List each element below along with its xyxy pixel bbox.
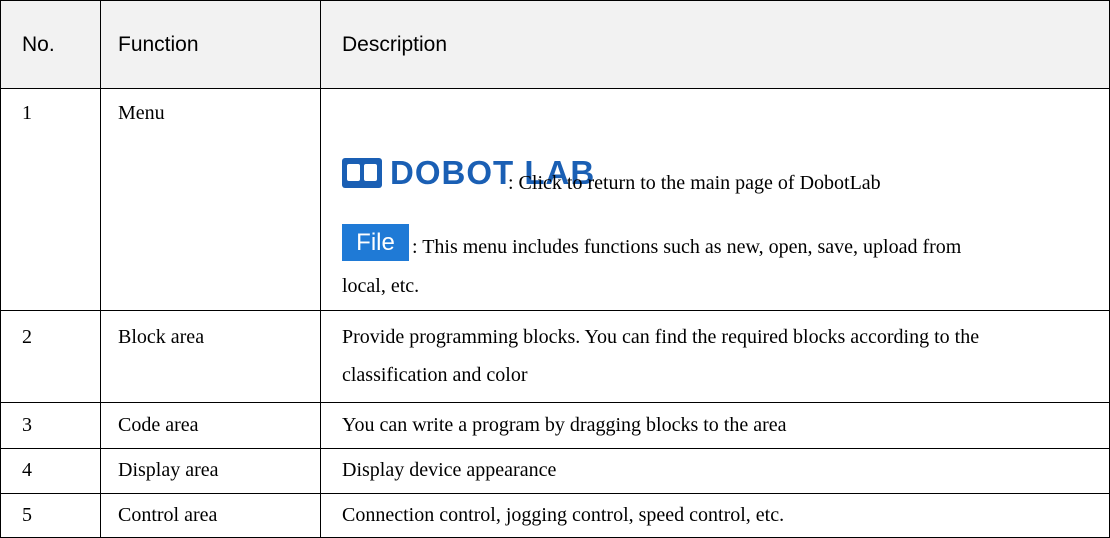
row-number: 3: [22, 414, 32, 436]
description-line1: Provide programming blocks. You can find…: [342, 326, 980, 348]
header-cell-function: Function: [100, 0, 320, 88]
table-row: 2 Block area Provide programming blocks.…: [0, 310, 1110, 402]
cell-description: DOBOT LAB : Click to return to the main …: [320, 88, 1110, 310]
cell-function: Control area: [100, 493, 320, 538]
row-function: Display area: [118, 459, 219, 481]
table-border-left: [0, 0, 1, 538]
cell-no: 3: [0, 402, 100, 448]
row-number: 4: [22, 459, 32, 481]
book-icon: [342, 158, 382, 188]
table-divider: [0, 448, 1110, 449]
header-no: No.: [22, 33, 55, 56]
table-row: 5 Control area Connection control, joggi…: [0, 493, 1110, 538]
description-line1: You can write a program by dragging bloc…: [342, 414, 787, 436]
row-function: Menu: [118, 102, 165, 124]
table-divider: [0, 402, 1110, 403]
cell-description: Connection control, jogging control, spe…: [320, 493, 1110, 538]
cell-description: Provide programming blocks. You can find…: [320, 310, 1110, 402]
column-divider: [320, 0, 321, 538]
cell-description: Display device appearance: [320, 448, 1110, 493]
header-cell-no: No.: [0, 0, 100, 88]
description-line2: classification and color: [342, 364, 528, 386]
table-row: 1 Menu DOBOT LAB : Click to return to th…: [0, 88, 1110, 310]
cell-function: Display area: [100, 448, 320, 493]
row-number: 5: [22, 504, 32, 526]
cell-no: 4: [0, 448, 100, 493]
table-divider: [0, 88, 1110, 89]
table-border-top: [0, 0, 1110, 1]
row-function: Code area: [118, 414, 199, 436]
file-description-line1: : This menu includes functions such as n…: [412, 236, 962, 258]
logo-description: : Click to return to the main page of Do…: [508, 172, 881, 194]
cell-function: Block area: [100, 310, 320, 402]
table-row: 3 Code area You can write a program by d…: [0, 402, 1110, 448]
function-table: No. Function Description 1 Menu DOBOT LA…: [0, 0, 1110, 538]
row-function: Control area: [118, 504, 218, 526]
cell-function: Code area: [100, 402, 320, 448]
description-line1: Connection control, jogging control, spe…: [342, 504, 785, 526]
cell-function: Menu: [100, 88, 320, 310]
header-function: Function: [118, 33, 199, 56]
table-divider: [0, 493, 1110, 494]
header-cell-description: Description: [320, 0, 1110, 88]
file-description-line2: local, etc.: [342, 275, 420, 297]
cell-description: You can write a program by dragging bloc…: [320, 402, 1110, 448]
file-menu-button[interactable]: File: [342, 224, 409, 261]
header-description: Description: [342, 33, 448, 56]
column-divider: [100, 0, 101, 538]
table-header-row: No. Function Description: [0, 0, 1110, 88]
cell-no: 5: [0, 493, 100, 538]
cell-no: 2: [0, 310, 100, 402]
row-number: 2: [22, 326, 32, 348]
description-line1: Display device appearance: [342, 459, 557, 481]
cell-no: 1: [0, 88, 100, 310]
table-divider: [0, 310, 1110, 311]
row-function: Block area: [118, 326, 205, 348]
row-number: 1: [22, 102, 32, 124]
table-row: 4 Display area Display device appearance: [0, 448, 1110, 493]
